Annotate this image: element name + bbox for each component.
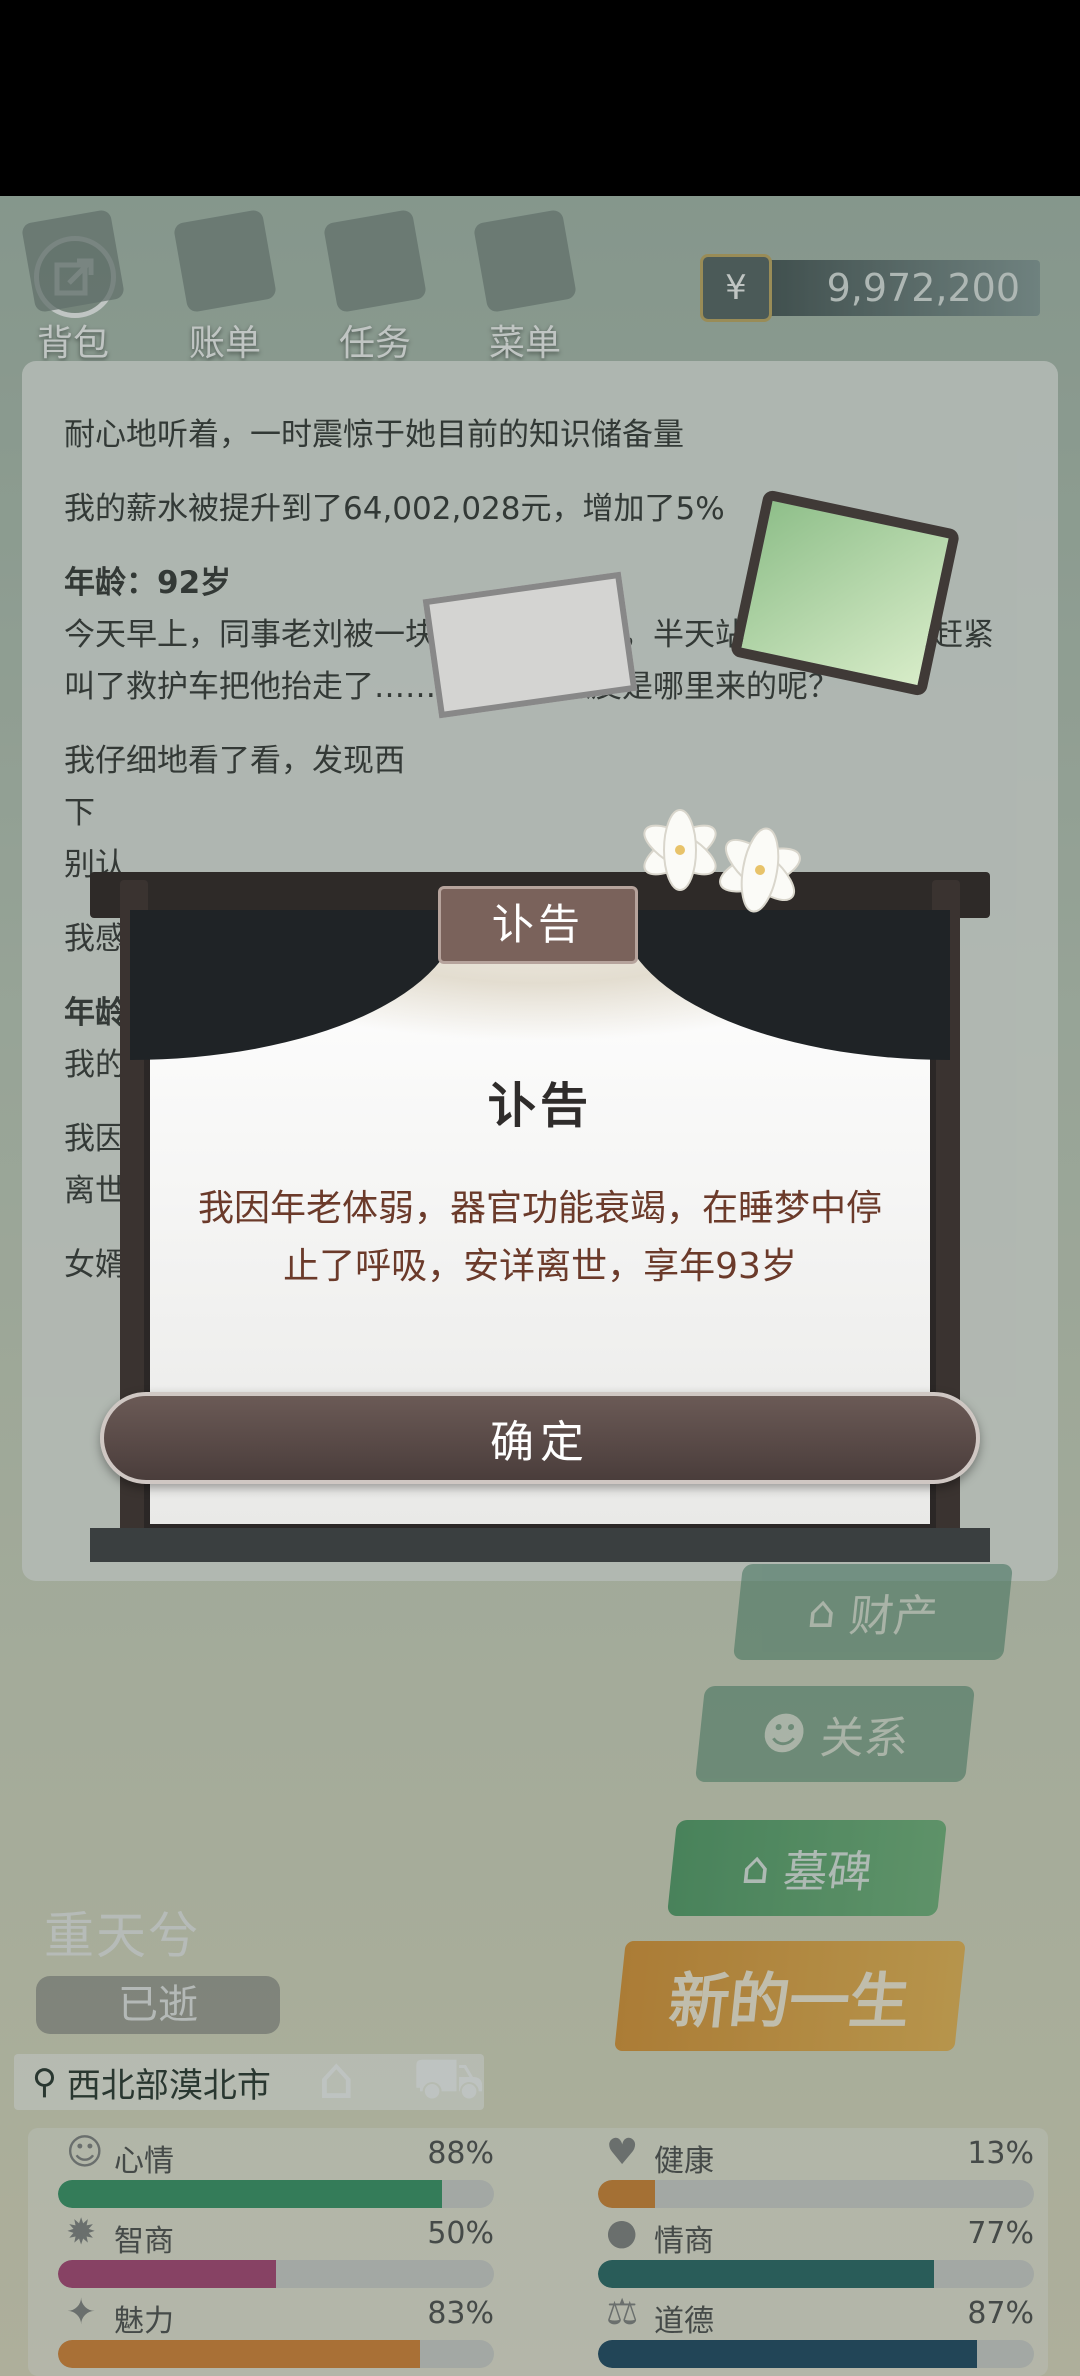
obituary-message: 我因年老体弱，器官功能衰竭，在睡梦中停止了呼吸，安详离世，享年93岁 <box>197 1188 882 1287</box>
lily-flower-icon <box>643 809 801 913</box>
frame-bottom-bar <box>90 1528 990 1562</box>
obituary-title: 讣告 <box>487 1078 592 1134</box>
confirm-button[interactable]: 确定 <box>100 1392 980 1484</box>
status-bar <box>0 0 1080 196</box>
obituary-modal: 讣告 讣告 我因年老体弱，器官功能衰竭，在睡梦中停止了呼吸，安详离世，享年93岁… <box>90 809 990 1562</box>
obituary-banner: 讣告 <box>438 886 638 964</box>
